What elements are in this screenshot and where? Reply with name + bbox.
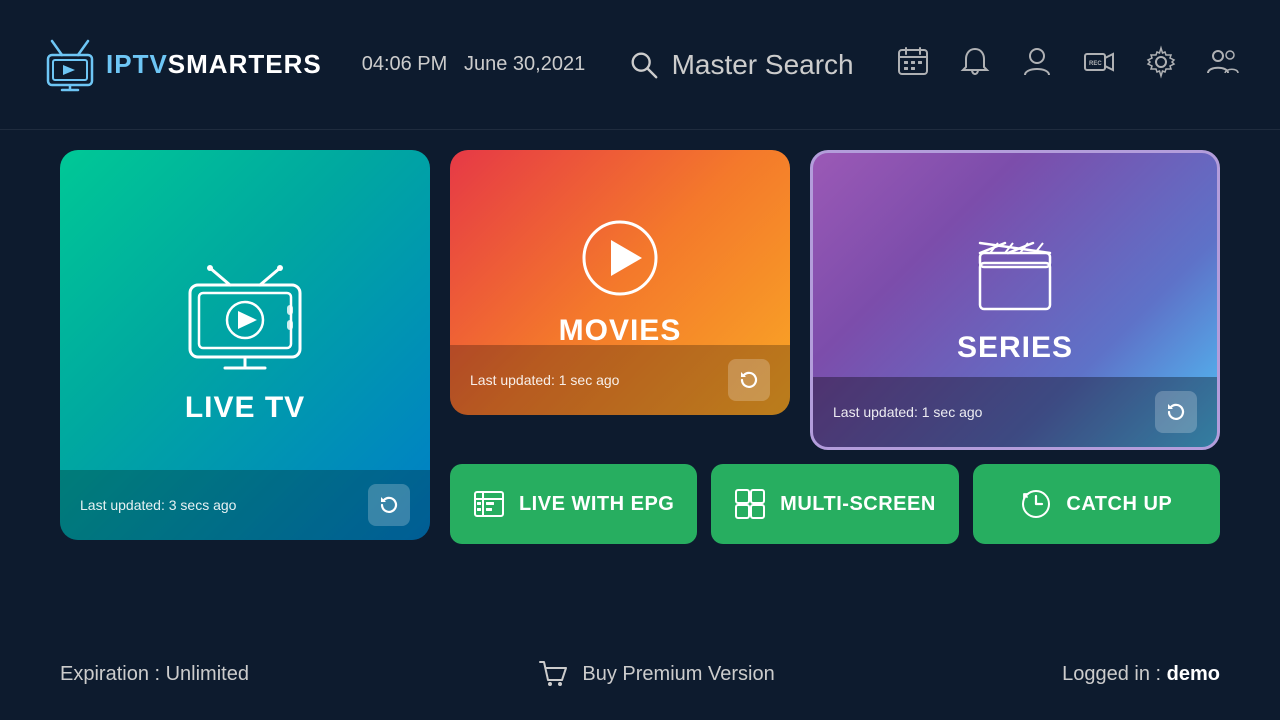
logged-in-text: Logged in : demo xyxy=(1062,663,1220,686)
logo-text: IPTVSMARTERS xyxy=(106,49,322,80)
multi-user-icon-button[interactable] xyxy=(1206,45,1240,84)
refresh-icon xyxy=(738,369,760,391)
series-bottom: Last updated: 1 sec ago xyxy=(813,377,1217,447)
schedule-icon-button[interactable] xyxy=(896,45,930,84)
epg-icon xyxy=(473,488,505,520)
logo-icon xyxy=(40,37,100,92)
expiration-text: Expiration : Unlimited xyxy=(60,663,249,686)
master-search-button[interactable]: Master Search xyxy=(628,49,854,81)
cart-icon xyxy=(536,658,568,690)
catchup-icon xyxy=(1020,488,1052,520)
search-icon xyxy=(628,49,660,81)
live-with-epg-button[interactable]: LIVE WITH EPG xyxy=(450,464,697,544)
svg-text:REC: REC xyxy=(1089,61,1102,67)
top-cards: MOVIES Last updated: 1 sec ago xyxy=(450,150,1220,450)
catchup-label: CATCH UP xyxy=(1066,493,1172,516)
series-card[interactable]: SERIES Last updated: 1 sec ago xyxy=(810,150,1220,450)
multiscreen-label: MULTI-SCREEN xyxy=(780,493,936,516)
header-center: Master Search xyxy=(585,49,896,81)
catch-up-button[interactable]: CATCH UP xyxy=(973,464,1220,544)
footer: Expiration : Unlimited Buy Premium Versi… xyxy=(0,658,1280,690)
movies-refresh-button[interactable] xyxy=(728,359,770,401)
buy-premium-button[interactable]: Buy Premium Version xyxy=(249,658,1062,690)
buy-premium-label: Buy Premium Version xyxy=(582,663,774,686)
multi-screen-button[interactable]: MULTI-SCREEN xyxy=(711,464,958,544)
multiscreen-icon xyxy=(734,488,766,520)
movies-play-icon xyxy=(580,218,660,298)
header: IPTVSMARTERS 04:06 PM June 30,2021 Maste… xyxy=(0,0,1280,130)
movies-bottom: Last updated: 1 sec ago xyxy=(450,345,790,415)
series-refresh-button[interactable] xyxy=(1155,391,1197,433)
refresh-icon xyxy=(378,494,400,516)
movies-title: MOVIES xyxy=(559,314,682,348)
live-tv-card[interactable]: LIVE TV Last updated: 3 secs ago xyxy=(60,150,430,540)
logo-area: IPTVSMARTERS xyxy=(40,37,322,92)
cards-row: LIVE TV Last updated: 3 secs ago xyxy=(60,150,1220,544)
right-column: MOVIES Last updated: 1 sec ago xyxy=(450,150,1220,544)
epg-label: LIVE WITH EPG xyxy=(519,493,674,516)
live-tv-bottom: Last updated: 3 secs ago xyxy=(60,470,430,540)
series-updated: Last updated: 1 sec ago xyxy=(833,404,982,420)
movies-card[interactable]: MOVIES Last updated: 1 sec ago xyxy=(450,150,790,415)
series-title: SERIES xyxy=(957,331,1073,365)
live-tv-refresh-button[interactable] xyxy=(368,484,410,526)
search-label: Master Search xyxy=(672,49,854,81)
datetime: 04:06 PM June 30,2021 xyxy=(362,53,586,76)
live-tv-updated: Last updated: 3 secs ago xyxy=(80,497,236,513)
header-icons: REC xyxy=(896,45,1240,84)
rec-icon-button[interactable]: REC xyxy=(1082,45,1116,84)
live-tv-icon xyxy=(175,265,315,375)
settings-icon-button[interactable] xyxy=(1144,45,1178,84)
movies-updated: Last updated: 1 sec ago xyxy=(470,372,619,388)
small-buttons-row: LIVE WITH EPG MULTI-SCREEN xyxy=(450,464,1220,544)
main-content: LIVE TV Last updated: 3 secs ago xyxy=(0,130,1280,544)
refresh-icon xyxy=(1165,401,1187,423)
logged-in-user: demo xyxy=(1167,663,1220,685)
user-icon-button[interactable] xyxy=(1020,45,1054,84)
series-clapper-icon xyxy=(970,235,1060,315)
notification-icon-button[interactable] xyxy=(958,45,992,84)
live-tv-title: LIVE TV xyxy=(185,391,305,425)
